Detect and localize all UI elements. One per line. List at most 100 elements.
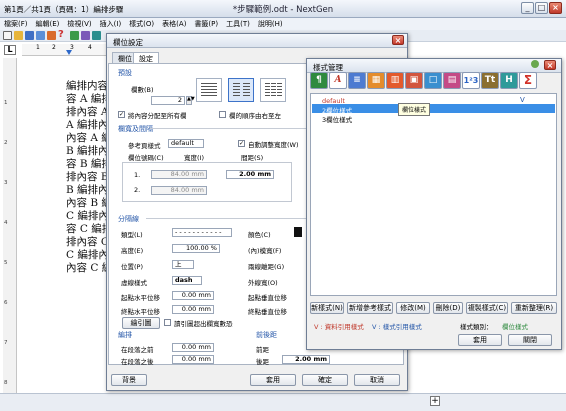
- vruler-num: 3: [4, 180, 8, 186]
- after-label: 在段落之後: [121, 358, 154, 366]
- preset-three-columns[interactable]: [260, 78, 286, 102]
- text-style-icon[interactable]: Tt: [481, 72, 499, 89]
- style-apply-button[interactable]: 套用: [458, 334, 502, 346]
- column-ok-button[interactable]: 確定: [302, 374, 348, 386]
- spacing-header: 間距(S): [241, 154, 264, 162]
- paragraph-style-icon[interactable]: ¶: [310, 72, 328, 89]
- list-style-icon[interactable]: ≡: [348, 72, 366, 89]
- sum-style-icon[interactable]: Σ: [519, 72, 537, 89]
- numbering-style-icon[interactable]: 1²3: [462, 72, 480, 89]
- close-button[interactable]: ×: [549, 2, 562, 14]
- new-style-button[interactable]: 新樣式(N): [310, 302, 344, 314]
- image-style-icon[interactable]: ▤: [443, 72, 461, 89]
- tab-settings[interactable]: 設定: [133, 52, 159, 63]
- vruler-num: 6: [4, 300, 8, 306]
- preset-one-column[interactable]: [196, 78, 222, 102]
- copy-style-button[interactable]: 複製樣式(C): [466, 302, 508, 314]
- auto-width-checkbox[interactable]: ✓: [238, 140, 245, 147]
- row2-width-input[interactable]: 84.00 mm: [151, 186, 207, 195]
- menu-edit[interactable]: 編輯(E): [32, 18, 64, 29]
- zoom-in-button[interactable]: +: [430, 396, 440, 406]
- ruler-num-4: 4: [88, 44, 92, 51]
- spellcheck-icon[interactable]: [70, 31, 79, 40]
- dash-style-select[interactable]: dash: [172, 276, 202, 285]
- minimize-button[interactable]: _: [521, 2, 534, 14]
- ref-style-select[interactable]: default: [168, 139, 204, 148]
- zoom-icon[interactable]: [92, 31, 101, 40]
- print-icon[interactable]: [36, 31, 45, 40]
- category-label: 樣式類別：: [460, 323, 493, 331]
- line-type-label: 類型(L): [121, 231, 143, 239]
- column-style-icon[interactable]: ▥: [386, 72, 404, 89]
- rtl-checkbox[interactable]: [219, 111, 226, 118]
- delete-style-button[interactable]: 刪除(D): [433, 302, 463, 314]
- row1-width-input[interactable]: 84.00 mm: [151, 170, 207, 179]
- background-button[interactable]: 背景: [111, 374, 147, 386]
- heading-style-icon[interactable]: H: [500, 72, 518, 89]
- style-close-button[interactable]: 關閉: [508, 334, 552, 346]
- new-document-icon[interactable]: [3, 31, 12, 40]
- columns-spinner[interactable]: ▲▼: [186, 96, 195, 105]
- column-dialog-close-button[interactable]: ×: [392, 35, 404, 45]
- before-input[interactable]: 0.00 mm: [172, 343, 214, 352]
- even-distribute-label: 將內容分配至所有欄: [128, 112, 187, 120]
- page-style-icon[interactable]: □: [424, 72, 442, 89]
- style-pin-icon[interactable]: [531, 60, 539, 68]
- outer-width-label: 外線寬(O): [248, 279, 278, 287]
- open-folder-icon[interactable]: [14, 31, 23, 40]
- draw-button[interactable]: 繪引圖: [122, 317, 160, 329]
- style-dialog-close-button[interactable]: ×: [544, 60, 556, 70]
- auto-width-label: 自動調整寬度(W): [248, 141, 299, 149]
- columns-label: 欄數(B): [131, 86, 154, 94]
- column-cancel-button[interactable]: 取消: [354, 374, 400, 386]
- menu-format[interactable]: 樣式(O): [125, 18, 158, 29]
- vruler-num: 2: [4, 140, 8, 146]
- save-icon[interactable]: [25, 31, 34, 40]
- new-ref-style-button[interactable]: 新增參考樣式: [347, 302, 393, 314]
- start-h-input[interactable]: 0.00 mm: [172, 291, 214, 300]
- menu-insert[interactable]: 插入(I): [96, 18, 126, 29]
- frame-style-icon[interactable]: ▣: [405, 72, 423, 89]
- line-type-select[interactable]: - - - - - - - - - - -: [172, 228, 232, 237]
- maximize-button[interactable]: □: [535, 2, 548, 14]
- table-style-icon[interactable]: ▦: [367, 72, 385, 89]
- ruler-num-2: 2: [52, 44, 56, 51]
- double-line-spacing-label: 兩線離距(G): [248, 263, 285, 271]
- character-style-icon[interactable]: A: [329, 72, 347, 89]
- menu-bookmark[interactable]: 書籤(P): [190, 18, 222, 29]
- position-select[interactable]: 上: [172, 260, 194, 269]
- menu-table[interactable]: 表格(A): [158, 18, 190, 29]
- column-widths-table: [122, 162, 292, 202]
- even-distribute-checkbox[interactable]: ✓: [118, 111, 125, 118]
- vruler-num: 1: [4, 100, 8, 106]
- indent-marker[interactable]: [66, 50, 72, 55]
- height-input[interactable]: 100.00 %: [172, 244, 220, 253]
- menu-file[interactable]: 檔案(F): [0, 18, 32, 29]
- preset-two-columns[interactable]: [228, 78, 254, 102]
- menu-view[interactable]: 檢視(V): [63, 18, 95, 29]
- menu-tools[interactable]: 工具(T): [222, 18, 254, 29]
- column-apply-button[interactable]: 套用: [250, 374, 296, 386]
- doc-line: A 編排內: [66, 119, 109, 131]
- indent-back-input[interactable]: 2.00 mm: [282, 355, 330, 364]
- status-bar: [0, 393, 566, 411]
- end-h-input[interactable]: 0.00 mm: [172, 305, 214, 314]
- draw-checkbox[interactable]: [164, 319, 171, 326]
- columns-input[interactable]: 2: [151, 96, 185, 105]
- width-section-label: 欄寬及間隔: [118, 125, 153, 133]
- help-icon[interactable]: ?: [58, 29, 64, 40]
- paint-icon[interactable]: [47, 31, 56, 40]
- column-dialog-title: 欄位設定: [113, 38, 143, 47]
- find-icon[interactable]: [81, 31, 90, 40]
- doc-line: B 編排內: [66, 184, 109, 196]
- style-item-3col[interactable]: 3欄位樣式: [314, 114, 352, 124]
- column-dialog-titlebar: 欄位設定: [107, 34, 407, 48]
- menu-help[interactable]: 說明(H): [254, 18, 287, 29]
- modify-style-button[interactable]: 修改(M): [396, 302, 430, 314]
- color-swatch[interactable]: [294, 227, 302, 237]
- vruler-num: 8: [4, 380, 8, 386]
- refresh-button[interactable]: 重新整理(R): [511, 302, 557, 314]
- tab-stop-icon[interactable]: L: [4, 45, 16, 55]
- after-input[interactable]: 0.00 mm: [172, 355, 214, 364]
- row1-spacing-input[interactable]: 2.00 mm: [226, 170, 274, 179]
